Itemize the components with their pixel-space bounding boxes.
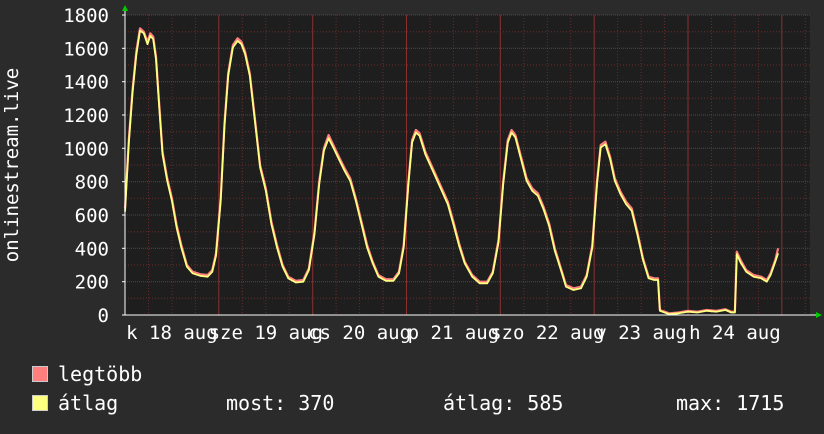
y-tick-labels: 0 200 400 600 800 1000 1200 1400 1600 1800: [63, 5, 109, 327]
y-tick-label: 1400: [63, 72, 109, 94]
x-tick-labels: k 18 augsze 19 augcs 20 augp 21 augszo 2…: [126, 322, 781, 344]
x-tick-label: h 24 aug: [689, 322, 781, 344]
y-tick-label: 1200: [63, 105, 109, 127]
x-axis-arrow-icon: [816, 312, 822, 318]
legend-swatch-avg: [32, 395, 48, 411]
stat-current: most: 370: [226, 391, 335, 415]
chart-root: 0 200 400 600 800 1000 1200 1400 1600 1800 k 18 a…: [0, 0, 824, 430]
y-tick-label: 800: [75, 172, 109, 194]
stat-average: átlag: 585: [443, 391, 564, 415]
x-tick-label: k 18 aug: [126, 322, 218, 344]
y-axis-label: onlinestream.live: [1, 68, 23, 262]
legend-label-max: legtöbb: [58, 362, 143, 386]
x-tick-label: sze 19 aug: [209, 322, 323, 344]
y-tick-label: 400: [75, 238, 109, 260]
x-tick-label: v 23 aug: [595, 322, 687, 344]
stat-max: max: 1715: [676, 391, 785, 415]
y-tick-label: 1600: [63, 38, 109, 60]
y-tick-label: 0: [98, 305, 109, 327]
y-tick-label: 200: [75, 272, 109, 294]
x-tick-label: szo 22 aug: [490, 322, 604, 344]
x-tick-label: cs 20 aug: [308, 322, 411, 344]
y-axis-arrow-icon: [122, 5, 128, 11]
x-tick-label: p 21 aug: [408, 322, 500, 344]
legend-label-avg: átlag: [58, 391, 119, 415]
y-tick-label: 1800: [63, 5, 109, 27]
y-tick-label: 1000: [63, 138, 109, 160]
legend-swatch-max: [32, 366, 48, 382]
y-tick-label: 600: [75, 205, 109, 227]
